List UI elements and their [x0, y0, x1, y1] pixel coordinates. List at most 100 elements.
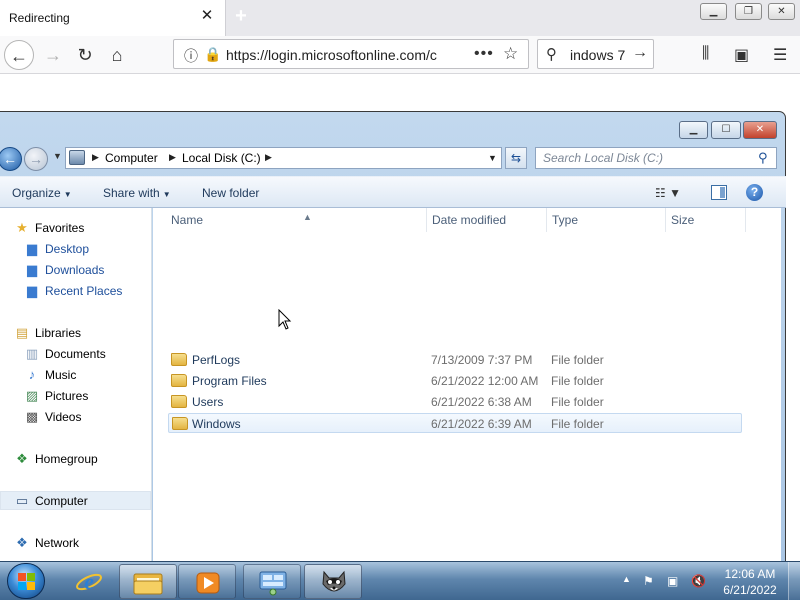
table-row[interactable]: Program Files 6/21/2022 12:00 AM File fo…	[168, 371, 742, 391]
new-folder-button[interactable]: New folder	[202, 186, 259, 200]
raccoon-icon	[322, 570, 346, 592]
refresh-icon[interactable]: ⇆	[505, 147, 527, 169]
address-bar[interactable]: ⓘ 🔒 https://login.microsoftonline.com/c …	[173, 39, 529, 69]
nav-pictures-label: Pictures	[45, 389, 89, 403]
new-tab-icon[interactable]: +	[231, 5, 251, 27]
nav-item-computer[interactable]: ▭ Computer	[0, 491, 151, 510]
search-bar[interactable]: ⚲ indows 7 →	[537, 39, 654, 69]
search-icon: ⚲	[546, 46, 557, 63]
column-header-date[interactable]: Date modified	[427, 208, 547, 232]
row-type: File folder	[551, 395, 604, 409]
address-dropdown-icon[interactable]: ▼	[488, 153, 497, 163]
reload-icon[interactable]: ↻	[70, 40, 100, 70]
start-button[interactable]	[7, 563, 45, 599]
media-player-button[interactable]	[178, 564, 236, 599]
back-arrow-icon[interactable]: ←	[4, 40, 34, 70]
documents-icon: ▥	[25, 346, 39, 361]
organize-label: Organize	[12, 186, 61, 200]
explorer-window-controls: ▁ ☐ ✕	[679, 121, 777, 140]
preview-pane-icon[interactable]	[711, 185, 727, 200]
minimize-icon[interactable]: ▁	[700, 3, 727, 20]
explorer-search-box[interactable]: Search Local Disk (C:) ⚲	[535, 147, 777, 169]
column-header-type[interactable]: Type	[547, 208, 666, 232]
page-actions-icon[interactable]: •••	[474, 45, 494, 63]
network-status-icon[interactable]: ▣	[667, 574, 678, 588]
row-name: Windows	[192, 417, 241, 431]
share-with-button[interactable]: Share with ▼	[103, 186, 171, 200]
system-clock[interactable]: 12:06 AM 6/21/2022	[715, 566, 785, 598]
browser-tab[interactable]: Redirecting ✕	[0, 0, 226, 36]
breadcrumb-separator-icon[interactable]: ▶	[265, 152, 272, 163]
column-header-size[interactable]: Size	[666, 208, 746, 232]
explorer-nav-row: ← → ▼ ▶ Computer ▶ Local Disk (C:) ▶ ▼ ⇆…	[0, 146, 786, 172]
nav-videos-label: Videos	[45, 410, 82, 424]
magnifier-icon[interactable]: ⚲	[758, 150, 768, 166]
homegroup-icon: ❖	[16, 451, 28, 466]
column-name-label: Name	[171, 213, 204, 227]
internet-explorer-button[interactable]: e	[60, 564, 118, 599]
forward-arrow-icon[interactable]: →	[38, 40, 68, 70]
sort-ascending-icon: ▲	[303, 212, 312, 222]
organize-button[interactable]: Organize ▼	[12, 186, 72, 200]
menu-icon[interactable]: ☰	[773, 45, 787, 65]
lock-warning-icon[interactable]: 🔒	[204, 46, 221, 63]
computer-icon: ▭	[15, 493, 29, 508]
table-row[interactable]: Windows 6/21/2022 6:39 AM File folder	[168, 413, 742, 433]
show-desktop-button[interactable]	[788, 562, 800, 600]
column-header-name[interactable]: Name ▲	[166, 208, 427, 232]
remote-desktop-button[interactable]	[243, 564, 301, 599]
nav-network-label: Network	[35, 536, 80, 550]
url-text: https://login.microsoftonline.com/c	[226, 47, 437, 63]
breadcrumb-separator-icon[interactable]: ▶	[169, 152, 176, 163]
explorer-maximize-icon[interactable]: ☐	[711, 121, 741, 139]
pictures-icon: ▨	[25, 388, 39, 403]
close-window-icon[interactable]: ✕	[768, 3, 795, 20]
recent-pages-chevron-icon[interactable]: ▼	[53, 151, 62, 161]
explorer-minimize-icon[interactable]: ▁	[679, 121, 708, 139]
explorer-window: ▁ ☐ ✕ ← → ▼ ▶ Computer ▶ Local Disk (C:)…	[0, 111, 786, 563]
file-list: Name ▲ Date modified Type Size PerfLogs …	[153, 208, 781, 563]
search-go-arrow-icon[interactable]: →	[632, 44, 648, 62]
home-icon[interactable]: ⌂	[102, 40, 132, 70]
explorer-taskbar-button[interactable]	[119, 564, 177, 599]
info-icon[interactable]: ⓘ	[184, 46, 198, 66]
sidebar-icon[interactable]: ▣	[734, 45, 749, 65]
bookmark-star-icon[interactable]: ☆	[503, 44, 518, 64]
help-icon[interactable]: ?	[746, 184, 763, 201]
row-type: File folder	[551, 374, 604, 388]
explorer-back-icon[interactable]: ←	[0, 147, 22, 171]
close-tab-icon[interactable]: ✕	[200, 8, 214, 23]
chevron-down-icon: ▼	[162, 190, 171, 199]
volume-muted-icon[interactable]: 🔇	[691, 574, 706, 588]
breadcrumb-local-disk[interactable]: Local Disk (C:)	[182, 151, 261, 165]
row-date: 7/13/2009 7:37 PM	[431, 353, 533, 367]
taskbar: e ▲ ⚑ ▣ 🔇 12:06 AM 6/21/2022	[0, 561, 800, 600]
recent-places-icon: ▆	[27, 283, 37, 298]
explorer-search-input[interactable]: Search Local Disk (C:)	[543, 151, 663, 165]
action-center-flag-icon[interactable]: ⚑	[643, 574, 654, 588]
nav-libraries-label: Libraries	[35, 326, 82, 340]
nav-homegroup-label: Homegroup	[35, 452, 98, 466]
raccoon-app-button[interactable]	[304, 564, 362, 599]
breadcrumb-separator-icon[interactable]: ▶	[92, 152, 99, 163]
browser-toolbar: ← → ↻ ⌂ ⓘ 🔒 https://login.microsoftonlin…	[0, 36, 800, 74]
table-row[interactable]: Users 6/21/2022 6:38 AM File folder	[168, 392, 742, 412]
row-date: 6/21/2022 12:00 AM	[431, 374, 539, 388]
explorer-address-bar[interactable]: ▶ Computer ▶ Local Disk (C:) ▶ ▼	[65, 147, 502, 169]
search-input[interactable]: indows 7	[570, 47, 625, 63]
folder-icon	[133, 573, 163, 595]
internet-explorer-icon: e	[76, 569, 102, 594]
restore-icon[interactable]: ❐	[735, 3, 762, 20]
nav-computer-label: Computer	[35, 494, 88, 508]
change-view-icon[interactable]: ☷ ▼	[655, 186, 681, 200]
show-hidden-icons-chevron-icon[interactable]: ▲	[622, 574, 631, 584]
browser-window-controls: ▁ ❐ ✕	[700, 3, 797, 20]
library-icon[interactable]: ⫼	[702, 45, 709, 63]
breadcrumb-computer[interactable]: Computer	[105, 151, 158, 165]
svg-text:e: e	[84, 569, 94, 594]
share-with-label: Share with	[103, 186, 160, 200]
explorer-close-icon[interactable]: ✕	[743, 121, 777, 139]
navigation-pane: ★ Favorites ▆ Desktop ▆ Downloads ▆ Rece…	[0, 208, 152, 563]
table-row[interactable]: PerfLogs 7/13/2009 7:37 PM File folder	[168, 350, 742, 370]
explorer-forward-icon[interactable]: →	[24, 147, 48, 171]
